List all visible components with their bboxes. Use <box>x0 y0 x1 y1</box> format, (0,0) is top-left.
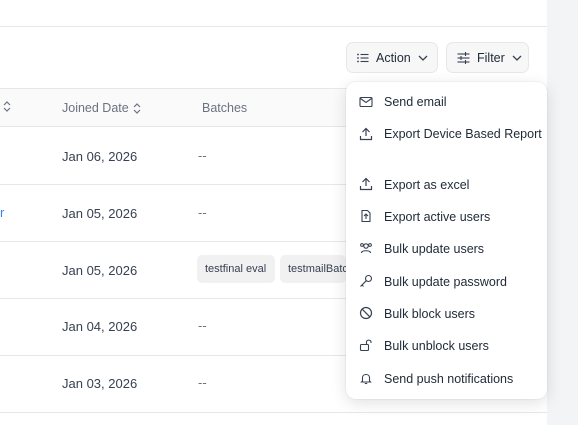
joined-date-cell: Jan 05, 2026 <box>62 263 138 278</box>
action-button[interactable]: Action <box>346 42 438 73</box>
users-icon <box>360 243 372 254</box>
action-dropdown-menu: Send email Export Device Based Report Ex… <box>346 82 547 399</box>
joined-date-cell: Jan 04, 2026 <box>62 319 138 334</box>
batches-cell: -- <box>198 318 207 333</box>
menu-item-send-email[interactable]: Send email <box>346 92 547 116</box>
upload-icon <box>359 177 373 191</box>
key-icon <box>360 274 373 287</box>
joined-date-cell: Jan 03, 2026 <box>62 376 138 391</box>
unlock-icon <box>359 339 372 352</box>
menu-item-label: Bulk unblock users <box>384 339 489 353</box>
menu-item-label: Export as excel <box>384 178 470 192</box>
menu-item-bulk-update-users[interactable]: Bulk update users <box>346 238 547 262</box>
batches-cell: -- <box>198 205 207 220</box>
list-icon <box>357 53 369 62</box>
upload-icon <box>359 127 373 141</box>
filter-button-label: Filter <box>477 50 505 65</box>
batches-cell: -- <box>198 148 207 163</box>
sort-icon <box>3 101 11 112</box>
menu-item-send-push-notifications[interactable]: Send push notifications <box>346 368 547 392</box>
truncated-link-text[interactable]: r <box>0 205 4 220</box>
bell-icon <box>360 373 372 385</box>
joined-date-header-label: Joined Date <box>62 101 129 115</box>
menu-item-export-excel[interactable]: Export as excel <box>346 174 547 198</box>
chevron-down-icon <box>418 55 428 61</box>
joined-date-cell: Jan 06, 2026 <box>62 149 138 164</box>
menu-item-label: Send email <box>384 95 447 109</box>
menu-item-export-active-users[interactable]: Export active users <box>346 206 547 230</box>
sort-icon <box>133 102 141 114</box>
menu-item-label: Bulk update users <box>384 242 485 256</box>
menu-item-bulk-update-password[interactable]: Bulk update password <box>346 271 547 295</box>
batches-header: Batches <box>202 101 247 115</box>
menu-item-label: Bulk update password <box>384 275 507 289</box>
menu-item-bulk-block-users[interactable]: Bulk block users <box>346 303 547 327</box>
chevron-down-icon <box>512 55 522 61</box>
menu-item-label: Send push notifications <box>384 372 514 386</box>
joined-date-header[interactable]: Joined Date <box>62 101 141 115</box>
menu-item-label: Export Device Based Report <box>384 127 542 141</box>
sort-column-header[interactable] <box>3 101 11 112</box>
batch-tag: testfinal eval <box>197 255 275 283</box>
filter-button[interactable]: Filter <box>446 42 529 73</box>
mail-icon <box>359 96 373 108</box>
joined-date-cell: Jan 05, 2026 <box>62 206 138 221</box>
batches-cell: -- <box>198 375 207 390</box>
action-button-label: Action <box>376 50 411 65</box>
file-export-icon <box>361 209 371 223</box>
divider <box>0 26 547 27</box>
menu-item-bulk-unblock-users[interactable]: Bulk unblock users <box>346 335 547 359</box>
menu-item-label: Export active users <box>384 210 491 224</box>
batch-tag: testmailBatc <box>280 255 346 283</box>
block-icon <box>359 306 373 320</box>
sliders-icon <box>457 51 470 64</box>
menu-item-label: Bulk block users <box>384 307 476 321</box>
batches-header-label: Batches <box>202 101 248 115</box>
menu-item-export-device-report[interactable]: Export Device Based Report <box>346 124 547 164</box>
